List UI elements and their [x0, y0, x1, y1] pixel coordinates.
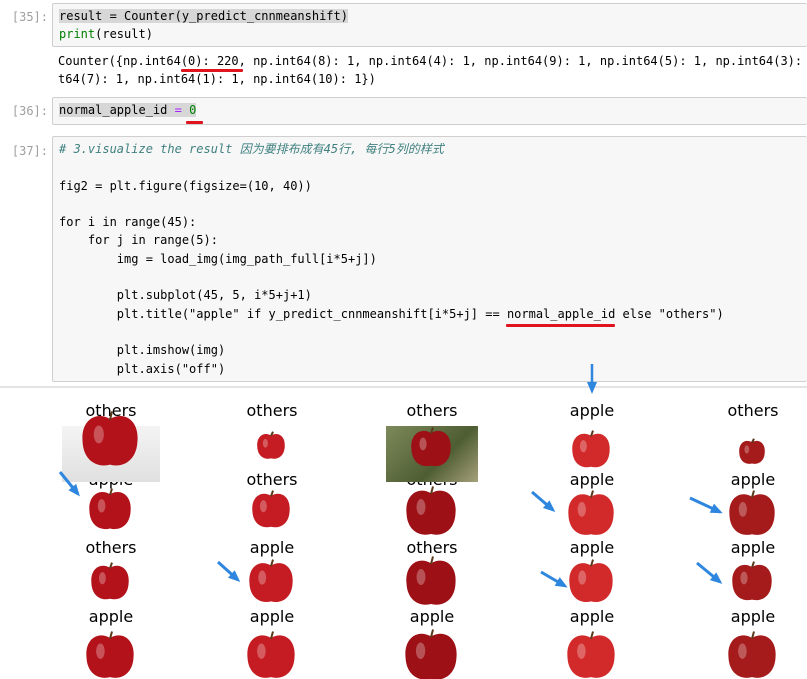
apple-thumbnail — [567, 631, 615, 678]
apple-thumbnail — [739, 438, 765, 464]
value: 0 — [189, 103, 197, 117]
annotation-underline — [506, 324, 615, 327]
code-var: normal_apple_id — [506, 306, 616, 321]
subplot-title: others — [727, 401, 779, 420]
assign-op: = — [167, 103, 190, 117]
apple-thumbnail — [406, 486, 456, 535]
apple-thumbnail — [572, 430, 610, 468]
annotation-arrow — [587, 364, 597, 394]
apple-thumbnail — [257, 431, 285, 459]
apple-thumbnail — [728, 631, 776, 678]
apple-thumbnail — [732, 561, 772, 601]
apple-thumbnail — [82, 411, 138, 466]
apple-thumbnail — [411, 427, 451, 467]
code-comment: # 3.visualize the result 因为要排布成有45行, 每行5… — [59, 142, 444, 156]
apple-thumbnail — [729, 490, 775, 535]
apple-thumbnail — [91, 562, 129, 600]
apple-thumbnail — [247, 631, 295, 678]
code-line: for j in range(5): — [59, 233, 218, 248]
apple-thumbnail — [569, 559, 613, 602]
output-figure: othersothersothersappleothersappleothers… — [0, 388, 807, 679]
code-line: fig2 = plt.figure(figsize=(10, 40)) — [59, 178, 312, 193]
apple-thumbnail — [86, 631, 134, 678]
subplot-title: others — [406, 401, 458, 420]
code-line: plt.subplot(45, 5, i*5+j+1) — [59, 288, 312, 303]
cell-35-output: Counter({np.int64(0): 220, np.int64(8): … — [52, 53, 807, 88]
cell-37-prompt: [37]: — [11, 144, 48, 158]
code-line: for i in range(45): — [59, 215, 197, 230]
apple-thumbnail — [568, 490, 614, 535]
subplot-title: apple — [569, 401, 615, 420]
cell-35-prompt: [35]: — [11, 10, 48, 24]
subplot-title: others — [246, 401, 298, 420]
apple-thumbnail — [89, 488, 131, 530]
var-name: normal_apple_id — [59, 103, 168, 117]
apple-thumbnail — [406, 556, 456, 605]
code-line: plt.imshow(img) — [59, 343, 226, 358]
code-line: img = load_img(img_path_full[i*5+j]) — [59, 251, 377, 266]
print-fn: print — [59, 27, 96, 42]
output-line: Counter({np.int64(0): 220, np.int64(8): … — [58, 54, 807, 68]
code-line: else "others") — [615, 306, 724, 321]
code-line: plt.axis("off") — [59, 361, 226, 376]
cell-36-input[interactable]: normal_apple_id = 0 — [52, 97, 807, 125]
code-line: result = Counter(y_predict_cnnmeanshift) — [59, 9, 348, 23]
annotation-underline — [186, 121, 203, 124]
annotation-underline — [181, 69, 243, 72]
output-line: t64(7): 1, np.int64(1): 1, np.int64(10):… — [58, 71, 376, 86]
apple-thumbnail — [405, 629, 457, 679]
cell-37-input[interactable]: # 3.visualize the result 因为要排布成有45行, 每行5… — [52, 136, 807, 382]
apple-thumbnail — [249, 559, 293, 602]
cell-36-prompt: [36]: — [11, 104, 48, 118]
apple-thumbnail — [252, 490, 290, 528]
cell-35-input[interactable]: result = Counter(y_predict_cnnmeanshift)… — [52, 3, 807, 47]
code-line: (result) — [95, 27, 153, 42]
code-line: plt.title("apple" if y_predict_cnnmeansh… — [59, 306, 507, 321]
